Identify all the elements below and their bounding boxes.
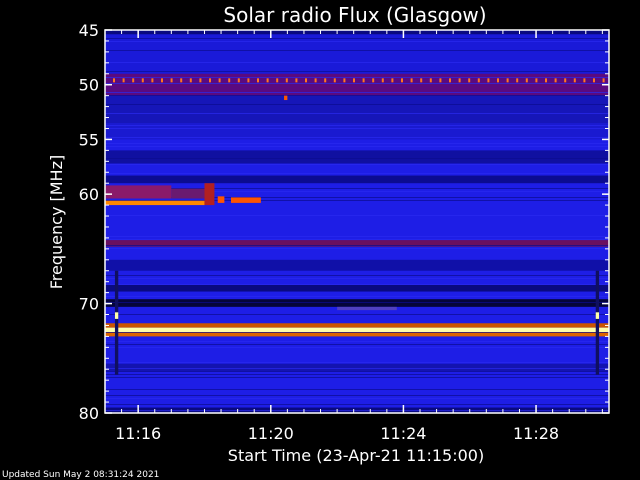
band-11 bbox=[105, 323, 609, 328]
y-tick-label: 70 bbox=[79, 295, 99, 314]
interference-dot bbox=[276, 78, 279, 83]
y-axis-label: Frequency [MHz] bbox=[47, 155, 66, 289]
interference-dot bbox=[516, 78, 519, 83]
interference-dot bbox=[420, 78, 423, 83]
interference-dot bbox=[324, 78, 327, 83]
band-8 bbox=[105, 259, 609, 271]
interference-dot bbox=[247, 78, 250, 83]
interference-dot bbox=[381, 78, 384, 83]
band-9 bbox=[105, 284, 609, 292]
interference-dot bbox=[333, 78, 336, 83]
y-tick-label: 80 bbox=[79, 404, 99, 423]
interference-dot bbox=[372, 78, 375, 83]
feature-0 bbox=[105, 200, 205, 206]
interference-dot bbox=[209, 78, 211, 83]
feature-1 bbox=[105, 185, 172, 199]
interference-dot bbox=[199, 78, 202, 83]
interference-dot bbox=[189, 78, 192, 83]
interference-dot bbox=[525, 78, 528, 83]
feature-2 bbox=[171, 188, 205, 199]
interference-dot bbox=[535, 78, 538, 83]
feature-4 bbox=[217, 196, 225, 203]
interference-dot bbox=[151, 78, 154, 83]
feature-7 bbox=[595, 270, 600, 375]
feature-5 bbox=[231, 197, 261, 203]
y-tick-label: 55 bbox=[79, 130, 99, 149]
interference-dot bbox=[314, 78, 317, 83]
feature-11 bbox=[284, 95, 288, 101]
interference-dot bbox=[449, 78, 451, 83]
interference-dot bbox=[477, 78, 480, 83]
interference-dot bbox=[285, 78, 288, 83]
interference-dot bbox=[228, 78, 231, 83]
interference-dot bbox=[487, 78, 490, 83]
interference-dot bbox=[602, 78, 605, 83]
interference-dot bbox=[391, 78, 394, 83]
interference-dot bbox=[353, 78, 355, 83]
interference-dot bbox=[410, 78, 413, 83]
x-tick-label: 11:28 bbox=[513, 424, 559, 443]
interference-dot bbox=[468, 78, 471, 83]
interference-dot bbox=[132, 78, 135, 83]
band-3 bbox=[105, 95, 609, 124]
band-12 bbox=[105, 327, 609, 333]
interference-dot bbox=[295, 78, 298, 83]
feature-8 bbox=[114, 312, 119, 319]
interference-dot bbox=[506, 78, 509, 83]
band-5 bbox=[105, 150, 609, 164]
x-axis-label: Start Time (23-Apr-21 11:15:00) bbox=[228, 446, 484, 465]
interference-dot bbox=[564, 78, 567, 83]
interference-dot bbox=[141, 78, 144, 83]
feature-3 bbox=[204, 183, 215, 206]
y-tick-label: 60 bbox=[79, 185, 99, 204]
interference-dot bbox=[180, 78, 183, 83]
band-6 bbox=[105, 175, 609, 184]
y-tick-label: 45 bbox=[79, 21, 99, 40]
interference-dot bbox=[362, 78, 365, 83]
feature-9 bbox=[595, 312, 600, 319]
feature-6 bbox=[114, 270, 119, 375]
interference-dot bbox=[237, 78, 240, 83]
band-1 bbox=[105, 34, 609, 74]
interference-dot bbox=[266, 78, 269, 83]
band-10 bbox=[105, 299, 609, 307]
y-tick-label: 50 bbox=[79, 76, 99, 95]
interference-dot bbox=[305, 78, 307, 83]
band-14 bbox=[105, 363, 609, 372]
interference-dot bbox=[554, 78, 557, 83]
interference-dot bbox=[497, 78, 499, 83]
interference-dot bbox=[113, 78, 115, 83]
interference-dot bbox=[218, 78, 221, 83]
interference-dot bbox=[429, 78, 432, 83]
feature-10 bbox=[337, 306, 397, 311]
interference-dot bbox=[257, 78, 259, 83]
spectrogram-figure: Solar radio Flux (Glasgow) 455055607080 … bbox=[2, 3, 610, 480]
update-timestamp: Updated Sun May 2 08:31:24 2021 bbox=[2, 470, 159, 480]
x-tick-label: 11:24 bbox=[380, 424, 426, 443]
interference-dot bbox=[122, 78, 125, 83]
interference-dot bbox=[545, 78, 547, 83]
interference-dot bbox=[458, 78, 461, 83]
interference-dot bbox=[439, 78, 442, 83]
interference-dot bbox=[573, 78, 576, 83]
chart-title: Solar radio Flux (Glasgow) bbox=[223, 3, 486, 27]
interference-dot bbox=[170, 78, 173, 83]
interference-dot bbox=[401, 78, 403, 83]
interference-dot bbox=[343, 78, 346, 83]
interference-dot bbox=[583, 78, 586, 83]
x-tick-label: 11:20 bbox=[248, 424, 294, 443]
x-tick-label: 11:16 bbox=[115, 424, 161, 443]
interference-dot bbox=[161, 78, 163, 83]
interference-dot bbox=[593, 78, 595, 83]
